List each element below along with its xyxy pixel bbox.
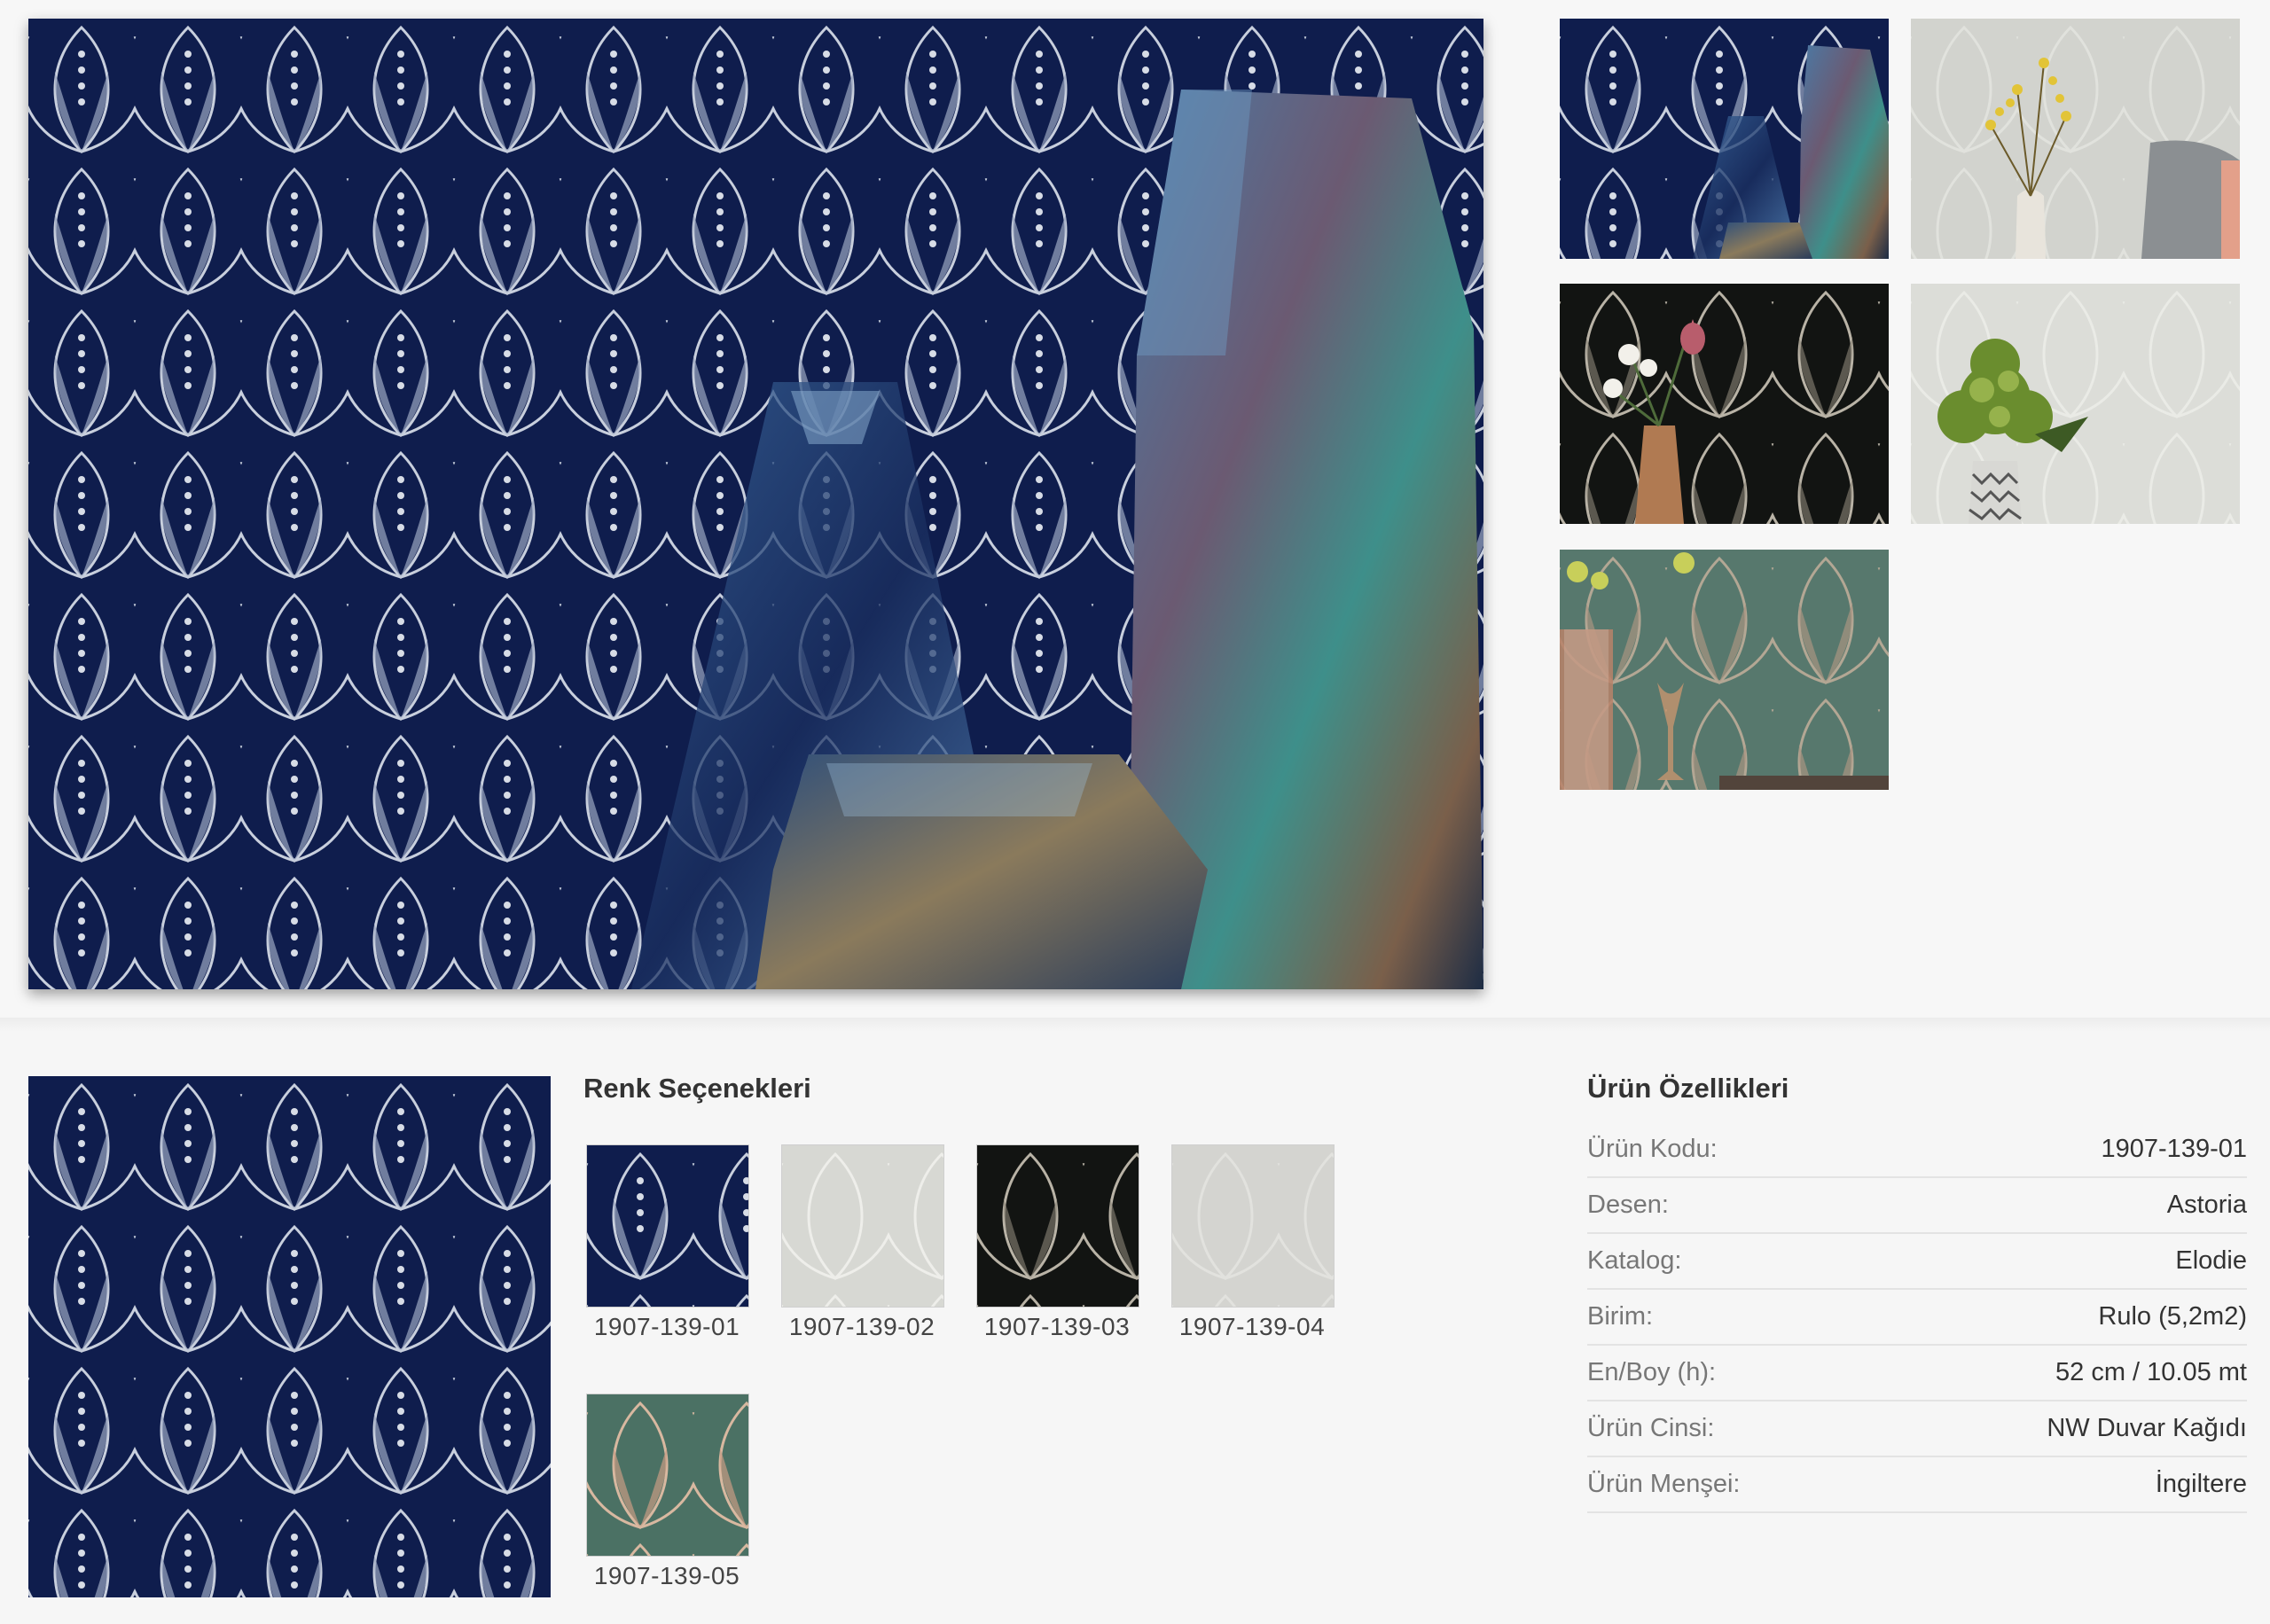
feature-row-pattern: Desen: Astoria <box>1587 1178 2247 1234</box>
product-gallery <box>0 0 2270 1018</box>
feature-label: Desen: <box>1587 1191 1669 1219</box>
color-option-5[interactable]: 1907-139-05 <box>584 1394 749 1590</box>
feature-label: En/Boy (h): <box>1587 1358 1717 1386</box>
feature-label: Ürün Kodu: <box>1587 1135 1718 1163</box>
thumbnail-5[interactable] <box>1560 550 1889 790</box>
feature-value: Rulo (5,2m2) <box>2098 1302 2247 1331</box>
feature-value: 1907-139-01 <box>2101 1135 2247 1163</box>
color-option-2[interactable]: 1907-139-02 <box>779 1144 944 1341</box>
color-chip[interactable] <box>1171 1144 1335 1308</box>
thumbnail-4[interactable] <box>1911 284 2240 524</box>
feature-label: Katalog: <box>1587 1246 1682 1275</box>
color-chip[interactable] <box>976 1144 1139 1308</box>
selected-pattern-swatch <box>28 1076 551 1597</box>
feature-row-product-code: Ürün Kodu: 1907-139-01 <box>1587 1122 2247 1178</box>
feature-value: Astoria <box>2166 1191 2247 1219</box>
feature-label: Ürün Menşei: <box>1587 1470 1741 1498</box>
thumbnail-1[interactable] <box>1560 19 1889 259</box>
color-option-code[interactable]: 1907-139-01 <box>584 1313 749 1341</box>
feature-label: Birim: <box>1587 1302 1654 1331</box>
feature-value: 52 cm / 10.05 mt <box>2055 1358 2247 1386</box>
color-options-heading: Renk Seçenekleri <box>583 1073 811 1104</box>
product-features-table: Ürün Kodu: 1907-139-01 Desen: Astoria Ka… <box>1587 1122 2247 1513</box>
color-chip[interactable] <box>586 1144 749 1308</box>
color-option-code[interactable]: 1907-139-05 <box>584 1562 749 1590</box>
thumbnail-3[interactable] <box>1560 284 1889 524</box>
color-chip[interactable] <box>586 1394 749 1557</box>
feature-value: NW Duvar Kağıdı <box>2047 1414 2247 1442</box>
feature-row-dimensions: En/Boy (h): 52 cm / 10.05 mt <box>1587 1346 2247 1401</box>
feature-row-product-type: Ürün Cinsi: NW Duvar Kağıdı <box>1587 1401 2247 1457</box>
thumbnail-2[interactable] <box>1911 19 2240 259</box>
color-chip[interactable] <box>781 1144 944 1308</box>
feature-row-unit: Birim: Rulo (5,2m2) <box>1587 1290 2247 1346</box>
feature-value: İngiltere <box>2155 1470 2247 1498</box>
color-option-code[interactable]: 1907-139-04 <box>1170 1313 1335 1341</box>
color-option-code[interactable]: 1907-139-03 <box>975 1313 1139 1341</box>
color-option-4[interactable]: 1907-139-04 <box>1170 1144 1335 1341</box>
color-option-3[interactable]: 1907-139-03 <box>975 1144 1139 1341</box>
color-option-code[interactable]: 1907-139-02 <box>779 1313 944 1341</box>
feature-row-catalog: Katalog: Elodie <box>1587 1234 2247 1290</box>
feature-label: Ürün Cinsi: <box>1587 1414 1715 1442</box>
feature-row-origin: Ürün Menşei: İngiltere <box>1587 1457 2247 1513</box>
product-features-heading: Ürün Özellikleri <box>1587 1073 1789 1104</box>
feature-value: Elodie <box>2175 1246 2247 1275</box>
main-product-image[interactable] <box>28 19 1483 989</box>
color-option-1[interactable]: 1907-139-01 <box>584 1144 749 1341</box>
section-divider <box>0 1018 2270 1032</box>
